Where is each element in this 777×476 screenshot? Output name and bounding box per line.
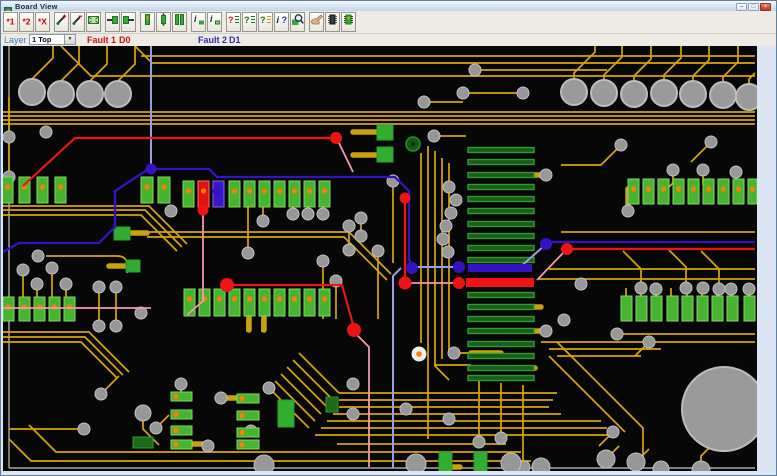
layer-dropdown-value: 1 Top xyxy=(30,35,64,44)
probe-2-label: *2 xyxy=(22,17,30,27)
query-net-green-icon: ? xyxy=(243,13,256,31)
minimize-button[interactable]: – xyxy=(736,3,747,11)
toolbar-button-board-fit[interactable] xyxy=(86,12,101,32)
svg-text:?: ? xyxy=(228,15,234,25)
toolbar-button-component-pins[interactable] xyxy=(156,12,171,32)
query-info-icon: i? xyxy=(275,13,288,31)
toolbar-button-pad-right[interactable] xyxy=(121,12,136,32)
component-dual-icon xyxy=(173,13,186,31)
zoom-board-icon xyxy=(291,13,304,31)
board-view-window: Board View –□× *1*2*Xii???i? Layer 1 Top… xyxy=(0,0,777,476)
fault1-net: D0 xyxy=(119,34,131,46)
pad-left-icon xyxy=(106,13,119,31)
component-pins-icon xyxy=(157,13,170,31)
toolbar-button-probe-2[interactable]: *2 xyxy=(19,12,34,32)
toolbar-group: ii xyxy=(191,12,223,32)
fault2-net: D1 xyxy=(229,34,241,46)
close-button[interactable]: × xyxy=(760,3,771,11)
toolbar-button-query-net-list[interactable]: ? xyxy=(258,12,273,32)
toolbar-group: *1 *2 *X xyxy=(3,12,51,32)
svg-text:?: ? xyxy=(244,15,250,25)
toolbar-group xyxy=(105,12,137,32)
toolbar-button-hand-probe[interactable] xyxy=(309,12,324,32)
query-net-red-icon: ? xyxy=(227,13,240,31)
toolbar-button-query-info[interactable]: i? xyxy=(274,12,289,32)
toolbar-button-zoom-board[interactable] xyxy=(290,12,305,32)
layer-dropdown[interactable]: 1 Top ▼ xyxy=(29,34,76,45)
toolbar-button-pad-left[interactable] xyxy=(105,12,120,32)
toolbar-button-info-pad-b[interactable]: i xyxy=(207,12,222,32)
svg-text:i: i xyxy=(210,14,213,24)
fault2-label: Fault 2 xyxy=(198,34,227,46)
add-probe-icon xyxy=(55,13,68,31)
ic-lit-icon xyxy=(342,13,355,31)
toolbar-button-add-probe[interactable] xyxy=(54,12,69,32)
toolbar-button-ic-lit[interactable] xyxy=(341,12,356,32)
toolbar-button-remove-probe[interactable] xyxy=(70,12,85,32)
toolbar-button-query-net-green[interactable]: ? xyxy=(242,12,257,32)
toolbar-button-info-pad-a[interactable]: i xyxy=(191,12,206,32)
toolbar-button-probe-x[interactable]: *X xyxy=(35,12,50,32)
toolbar-button-component-dual[interactable] xyxy=(172,12,187,32)
probe-x-label: *X xyxy=(38,17,47,27)
board-fit-icon xyxy=(87,13,100,31)
toolbar-group xyxy=(54,12,102,32)
component-single-icon xyxy=(141,13,154,31)
remove-probe-icon xyxy=(71,13,84,31)
toolbar-button-query-net-red[interactable]: ? xyxy=(226,12,241,32)
pcb-svg xyxy=(3,46,757,471)
svg-text:i: i xyxy=(277,15,280,25)
pad-right-icon xyxy=(122,13,135,31)
maximize-button[interactable]: □ xyxy=(748,3,759,11)
toolbar-button-component-single[interactable] xyxy=(140,12,155,32)
ic-dark-icon xyxy=(326,13,339,31)
app-icon xyxy=(4,2,12,10)
hand-probe-icon xyxy=(310,13,323,31)
toolbar-group xyxy=(140,12,188,32)
info-pad-b-icon: i xyxy=(208,13,221,31)
toolbar: *1*2*Xii???i? xyxy=(1,11,776,34)
info-pad-a-icon: i xyxy=(192,13,205,31)
layer-bar: Layer 1 Top ▼ Fault 1 D0 Fault 2 D1 xyxy=(1,34,776,46)
window-title: Board View xyxy=(15,2,58,11)
chevron-down-icon[interactable]: ▼ xyxy=(64,35,75,44)
toolbar-group: ???i? xyxy=(226,12,306,32)
svg-text:i: i xyxy=(194,14,197,24)
svg-text:?: ? xyxy=(282,15,288,25)
probe-1-label: *1 xyxy=(6,17,14,27)
toolbar-group xyxy=(309,12,357,32)
window-controls: –□× xyxy=(736,3,771,11)
toolbar-button-ic-dark[interactable] xyxy=(325,12,340,32)
fault1-label: Fault 1 xyxy=(87,34,116,46)
svg-text:?: ? xyxy=(260,15,266,25)
pcb-canvas[interactable] xyxy=(3,46,757,471)
layer-label: Layer xyxy=(4,34,27,46)
query-net-list-icon: ? xyxy=(259,13,272,31)
toolbar-button-probe-1[interactable]: *1 xyxy=(3,12,18,32)
